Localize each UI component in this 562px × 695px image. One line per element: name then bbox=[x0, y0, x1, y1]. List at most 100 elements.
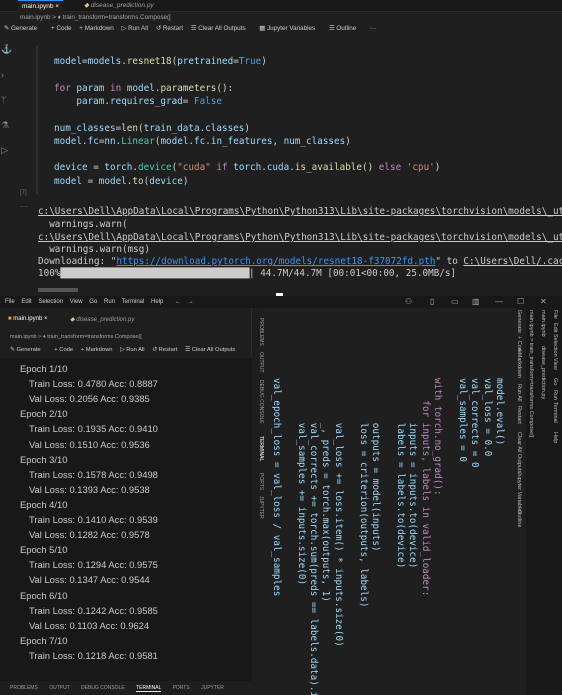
rotated-code-line: val_epoch_loss = val_loss / val_samples bbox=[270, 378, 282, 597]
terminal-line: Epoch 3/10 bbox=[20, 453, 68, 465]
code-line: model=models.resnet18(pretrained=True) bbox=[54, 55, 267, 68]
tab-main-ipynb[interactable]: ■ main.ipynb × bbox=[8, 316, 48, 322]
rotated-chrome-label[interactable]: Terminal bbox=[552, 402, 558, 423]
rotated-code-line: for inputs, labels in valid_loader: bbox=[419, 378, 431, 597]
file-path-link[interactable]: c:\Users\Dell\AppData\Local\Programs\Pyt… bbox=[38, 232, 562, 243]
code-line: param.requires_grad= False bbox=[54, 95, 222, 108]
branch-icon[interactable]: ᛘ bbox=[1, 95, 6, 105]
chevron-right-icon[interactable]: › bbox=[1, 70, 4, 80]
tab-jupyter[interactable]: JUPYTER bbox=[201, 685, 224, 691]
back-arrow-icon[interactable]: ← bbox=[175, 299, 181, 305]
menu-selection[interactable]: Selection bbox=[38, 299, 63, 305]
rotated-chrome-label[interactable]: Run All bbox=[516, 384, 522, 401]
flask-icon[interactable]: ⚗ bbox=[1, 120, 9, 131]
rotated-chrome-label[interactable]: main.ipynb > train_transform=transforms.… bbox=[528, 310, 534, 437]
rotated-chrome-label[interactable]: Clear All Outputs bbox=[516, 432, 522, 473]
menu-view[interactable]: View bbox=[70, 299, 83, 305]
copilot-icon[interactable]: ⚇ bbox=[405, 296, 412, 308]
add-markdown-button[interactable]: + Markdown bbox=[81, 347, 113, 353]
clear-outputs-button[interactable]: ☰ Clear All Outputs bbox=[191, 25, 252, 32]
terminal-line: Val Loss: 0.1282 Acc: 0.9578 bbox=[29, 529, 150, 541]
tab-output[interactable]: OUTPUT bbox=[49, 685, 69, 691]
rotated-chrome-label[interactable]: Outline bbox=[516, 510, 522, 527]
rotated-chrome-label[interactable]: disease_prediction.py bbox=[540, 346, 546, 399]
tab-ports[interactable]: PORTS bbox=[173, 685, 190, 691]
tab-debug-console[interactable]: DEBUG CONSOLE bbox=[81, 685, 125, 691]
output-actions-icon[interactable]: ··· bbox=[20, 202, 28, 211]
terminal-line: Val Loss: 0.2056 Acc: 0.9385 bbox=[29, 393, 150, 405]
add-markdown-button[interactable]: + Markdown bbox=[79, 25, 113, 32]
rotated-chrome-label[interactable]: Jupyter Variables bbox=[516, 472, 522, 514]
code-line: device = torch.device("cuda" if torch.cu… bbox=[54, 161, 440, 174]
top-notebook-panel: main.ipynb × ◆ disease_prediction.py mai… bbox=[0, 0, 562, 296]
outline-button[interactable]: ☰ Outline bbox=[329, 25, 362, 32]
layout-split-icon[interactable]: ▥ bbox=[472, 296, 480, 308]
close-icon[interactable]: × bbox=[55, 3, 59, 10]
code-token: parameters bbox=[160, 82, 217, 94]
forward-arrow-icon[interactable]: → bbox=[188, 299, 194, 305]
rotated-chrome-label[interactable]: File bbox=[552, 310, 558, 319]
layout-sidebar-icon[interactable]: ▯ bbox=[430, 296, 434, 308]
code-token: param bbox=[76, 95, 105, 107]
menu-terminal[interactable]: Terminal bbox=[122, 299, 145, 305]
more-actions-button[interactable]: ··· bbox=[370, 25, 376, 32]
rotated-chrome-label[interactable]: Selection bbox=[552, 334, 558, 357]
add-code-button[interactable]: + Code bbox=[54, 347, 73, 353]
breadcrumb[interactable]: main.ipynb > ♦ train_transform=transform… bbox=[20, 14, 171, 21]
rotated-chrome-label[interactable]: main.ipynb bbox=[540, 310, 546, 337]
terminal-line: Val Loss: 0.1510 Acc: 0.9536 bbox=[29, 438, 150, 450]
progress-percent: 100% bbox=[38, 268, 61, 279]
menu-file[interactable]: File bbox=[5, 299, 15, 305]
file-path-link[interactable]: c:\Users\Dell\AppData\Local\Programs\Pyt… bbox=[38, 206, 562, 217]
menu-edit[interactable]: Edit bbox=[21, 299, 31, 305]
notebook-icon: ■ bbox=[8, 316, 12, 322]
download-url-link[interactable]: https://download.pytorch.org/models/resn… bbox=[116, 256, 435, 267]
menu-help[interactable]: Help bbox=[151, 299, 163, 305]
restart-button[interactable]: ↺ Restart bbox=[156, 25, 183, 32]
breadcrumb[interactable]: main.ipynb > ♦ train_transform=transform… bbox=[10, 334, 142, 340]
menu-go[interactable]: Go bbox=[89, 299, 97, 305]
tab-disease-prediction[interactable]: ◆ disease_prediction.py bbox=[70, 316, 134, 323]
tab-disease-prediction[interactable]: ◆ disease_prediction.py bbox=[80, 0, 158, 12]
horizontal-scrollbar[interactable] bbox=[38, 288, 78, 292]
panel-tabs: PROBLEMS OUTPUT DEBUG CONSOLE TERMINAL P… bbox=[0, 681, 252, 695]
rotated-code-line: labels = labels.to(device) bbox=[394, 378, 406, 569]
download-text: " to bbox=[435, 256, 464, 267]
minimize-icon[interactable]: — bbox=[495, 296, 503, 308]
maximize-icon[interactable]: ☐ bbox=[517, 296, 524, 308]
anchor-icon[interactable]: ⚓ bbox=[1, 44, 12, 55]
tab-problems[interactable]: PROBLEMS bbox=[10, 685, 38, 691]
restart-button[interactable]: ↺ Restart bbox=[152, 347, 177, 353]
generate-button[interactable]: ✎ Generate bbox=[4, 25, 43, 32]
run-debug-icon[interactable]: ▷ bbox=[1, 145, 8, 156]
code-token: num_classes bbox=[54, 122, 116, 134]
code-token: is_available bbox=[294, 162, 362, 174]
clear-outputs-button[interactable]: ☰ Clear All Outputs bbox=[185, 347, 241, 353]
rotated-chrome-label[interactable]: Run bbox=[552, 390, 558, 400]
terminal-line: Train Loss: 0.1578 Acc: 0.9498 bbox=[29, 468, 158, 480]
rotated-chrome-label[interactable]: Generate bbox=[516, 310, 522, 333]
tab-terminal[interactable]: TERMINAL bbox=[136, 685, 162, 692]
cache-path-link[interactable]: C:\Users\Dell/.cache\t bbox=[463, 256, 562, 267]
code-token: if bbox=[216, 162, 228, 174]
jupyter-variables-button[interactable]: ▦ Jupyter Variables bbox=[259, 25, 321, 32]
tab-main-ipynb[interactable]: main.ipynb × bbox=[18, 0, 64, 12]
code-token: model bbox=[160, 135, 189, 147]
run-all-button[interactable]: ▷ Run All bbox=[120, 347, 144, 353]
add-code-button[interactable]: + Code bbox=[51, 25, 71, 32]
rotated-chrome-label[interactable]: View bbox=[552, 358, 558, 370]
rotated-chrome-label[interactable]: Restart bbox=[516, 406, 522, 424]
run-all-button[interactable]: ▷ Run All bbox=[122, 25, 149, 32]
close-window-icon[interactable]: ✕ bbox=[540, 296, 547, 308]
generate-button[interactable]: ✎ Generate bbox=[10, 347, 47, 353]
terminal-line: Epoch 7/10 bbox=[20, 634, 68, 646]
rotated-chrome-label[interactable]: + Markdown bbox=[516, 348, 522, 378]
menu-run[interactable]: Run bbox=[104, 299, 115, 305]
rotated-chrome-label[interactable]: Help bbox=[552, 432, 558, 443]
close-icon[interactable]: × bbox=[44, 316, 48, 322]
layout-panel-icon[interactable]: ▭ bbox=[451, 296, 459, 308]
terminal-line: Val Loss: 0.1103 Acc: 0.9624 bbox=[29, 619, 150, 631]
rotated-code-line: val_loss = 0.0 bbox=[481, 378, 493, 457]
rotated-chrome-label[interactable]: Go bbox=[552, 378, 558, 385]
rotated-chrome-label[interactable]: Edit bbox=[552, 323, 558, 332]
